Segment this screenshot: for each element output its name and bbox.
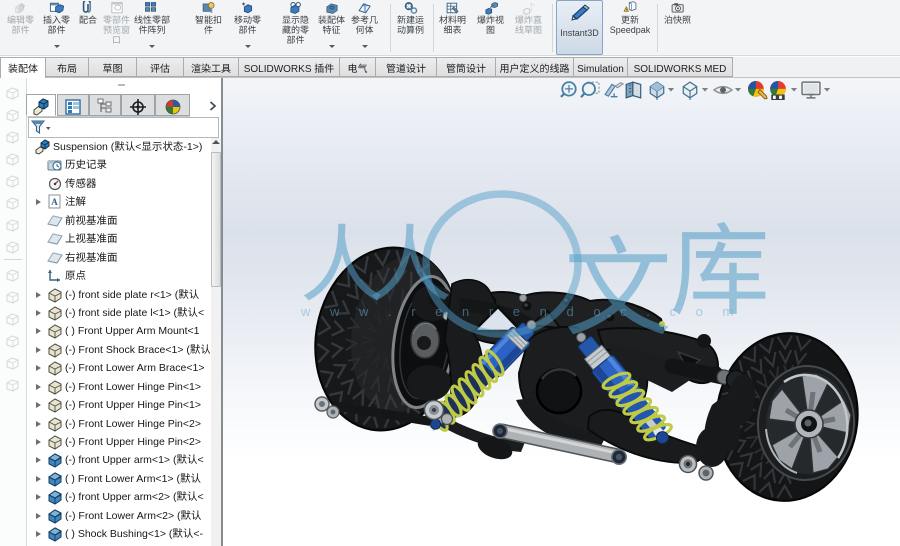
svg-text:A: A [51,197,58,207]
svg-text:人人: 人人 [300,198,450,319]
svg-text:文: 文 [564,202,672,358]
svg-text:w w w . r e n r e n d o c . c: w w w . r e n r e n d o c . c o m [300,304,741,319]
svg-text:!: ! [626,7,627,12]
